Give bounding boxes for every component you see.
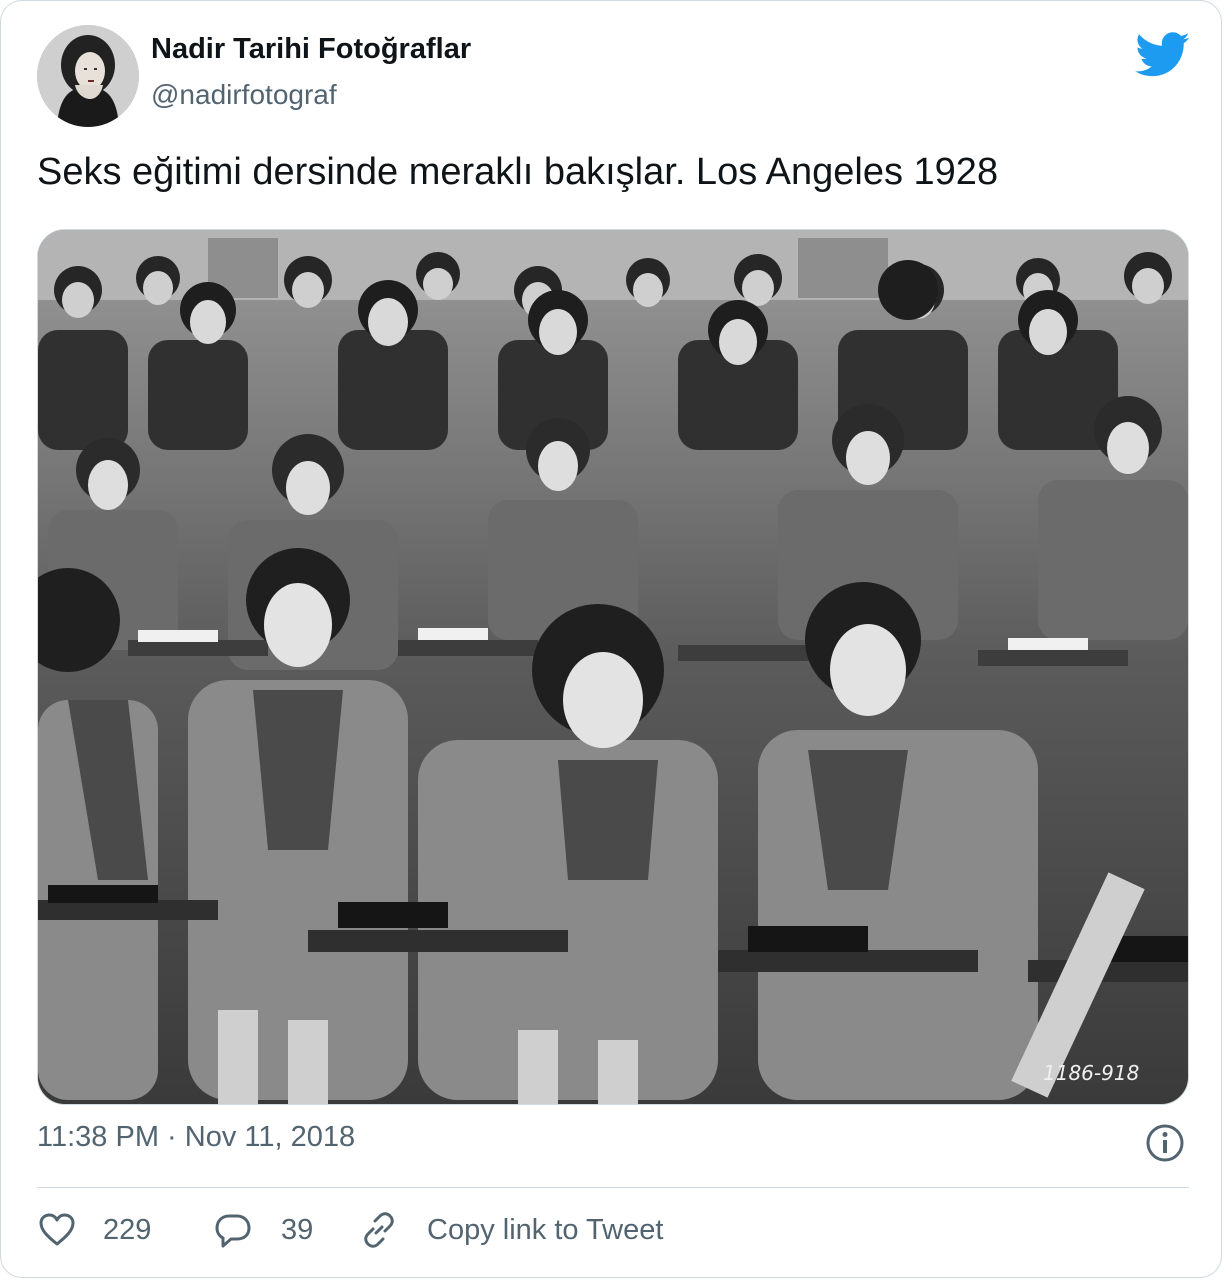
author-handle[interactable]: @nadirfotograf — [151, 79, 337, 111]
photo-caption-mark: 1186-918 — [1043, 1061, 1139, 1085]
classroom-photo-image: 1186-918 — [38, 230, 1188, 1104]
avatar-portrait-icon — [37, 25, 139, 127]
author-name[interactable]: Nadir Tarihi Fotoğraflar — [151, 33, 471, 66]
twitter-bird-icon[interactable] — [1135, 32, 1191, 78]
reply-button[interactable]: 39 — [213, 1207, 313, 1253]
reply-bubble-icon — [215, 1214, 251, 1248]
tweet-photo[interactable]: 1186-918 — [37, 229, 1189, 1105]
reply-count: 39 — [281, 1213, 314, 1246]
like-button[interactable]: 229 — [37, 1207, 151, 1253]
tweet-text: Seks eğitimi dersinde meraklı bakışlar. … — [37, 151, 999, 193]
info-icon[interactable] — [1145, 1123, 1185, 1163]
like-count: 229 — [103, 1213, 152, 1246]
heart-icon — [39, 1213, 75, 1246]
copy-link-label: Copy link to Tweet — [427, 1213, 664, 1246]
tweet-card: Nadir Tarihi Fotoğraflar @nadirfotograf … — [0, 0, 1222, 1278]
tweet-timestamp[interactable]: 11:38 PM · Nov 11, 2018 — [37, 1121, 355, 1154]
divider — [37, 1187, 1189, 1188]
copy-link-button[interactable]: Copy link to Tweet — [359, 1207, 663, 1253]
author-avatar[interactable] — [37, 25, 139, 127]
link-icon — [364, 1212, 394, 1248]
